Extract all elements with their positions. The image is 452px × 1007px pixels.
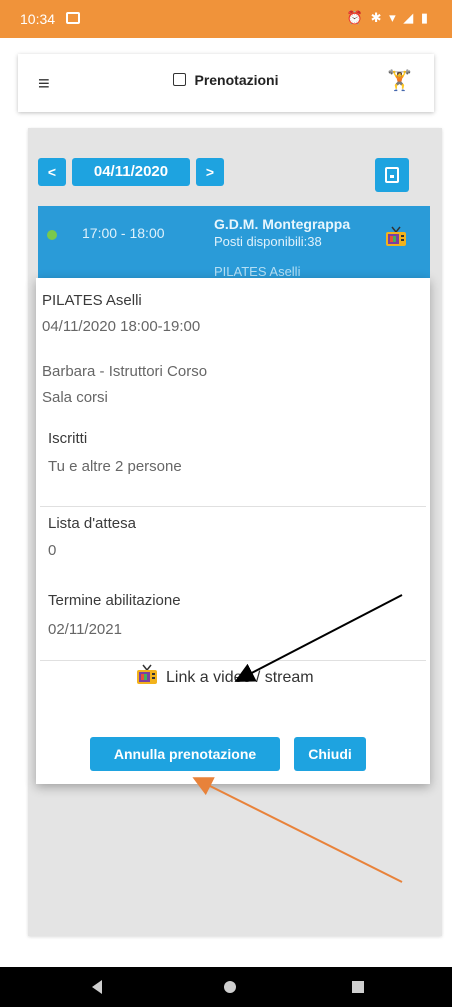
calendar-icon [385, 167, 399, 183]
previous-day-button[interactable]: < [38, 158, 66, 186]
system-status-icons: ⏰ ✱ ▾ ◢ ▮ [346, 10, 430, 25]
slot-time: 17:00 - 18:00 [82, 225, 165, 241]
video-link-label: Link a video / stream [166, 669, 314, 686]
iscritti-label: Iscritti [48, 430, 88, 447]
waitlist-label: Lista d'attesa [48, 515, 136, 532]
iscritti-value: Tu e altre 2 persone [48, 458, 182, 475]
image-notification-icon [66, 12, 80, 24]
slot-available-seats: Posti disponibili:38 [214, 234, 322, 249]
slot-name: G.D.M. Montegrappa [214, 216, 351, 232]
gym-icon[interactable]: 🏋 [387, 68, 412, 93]
calendar-icon [173, 73, 187, 86]
booking-detail-dialog: PILATES Aselli 04/11/2020 18:00-19:00 Ba… [36, 278, 430, 784]
calendar-button[interactable] [375, 158, 409, 192]
status-time: 10:34 [20, 11, 56, 27]
next-day-button[interactable]: > [196, 158, 224, 186]
next-slot-partial: PILATES Aselli [214, 264, 301, 279]
cancel-booking-button[interactable]: Annulla prenotazione [90, 737, 280, 771]
page-title-label: Prenotazioni [194, 72, 279, 88]
home-icon[interactable] [224, 981, 236, 993]
waitlist-value: 0 [48, 542, 57, 559]
status-bar: 10:34 ⏰ ✱ ▾ ◢ ▮ [0, 0, 452, 38]
class-datetime: 04/11/2020 18:00-19:00 [42, 318, 201, 335]
video-stream-link[interactable]: Link a video / stream [136, 664, 314, 691]
status-dot-icon [47, 230, 57, 240]
list-item[interactable]: 17:00 - 18:00 G.D.M. Montegrappa Posti d… [38, 206, 430, 288]
class-title: PILATES Aselli [42, 292, 142, 309]
termine-value: 02/11/2021 [48, 621, 122, 638]
close-button[interactable]: Chiudi [294, 737, 366, 771]
divider [40, 660, 426, 661]
termine-label: Termine abilitazione [48, 592, 181, 609]
page-title: Prenotazioni [18, 72, 434, 88]
divider [40, 506, 426, 507]
back-icon[interactable] [92, 980, 102, 994]
tv-icon[interactable] [385, 226, 407, 253]
instructor: Barbara - Istruttori Corso [42, 363, 208, 380]
tv-icon [136, 664, 158, 691]
app-bar: ≡ Prenotazioni 🏋 [18, 54, 434, 112]
system-navigation-bar [0, 967, 452, 1007]
room: Sala corsi [42, 389, 108, 406]
recent-apps-icon[interactable] [352, 981, 364, 993]
date-selector[interactable]: 04/11/2020 [72, 158, 190, 186]
